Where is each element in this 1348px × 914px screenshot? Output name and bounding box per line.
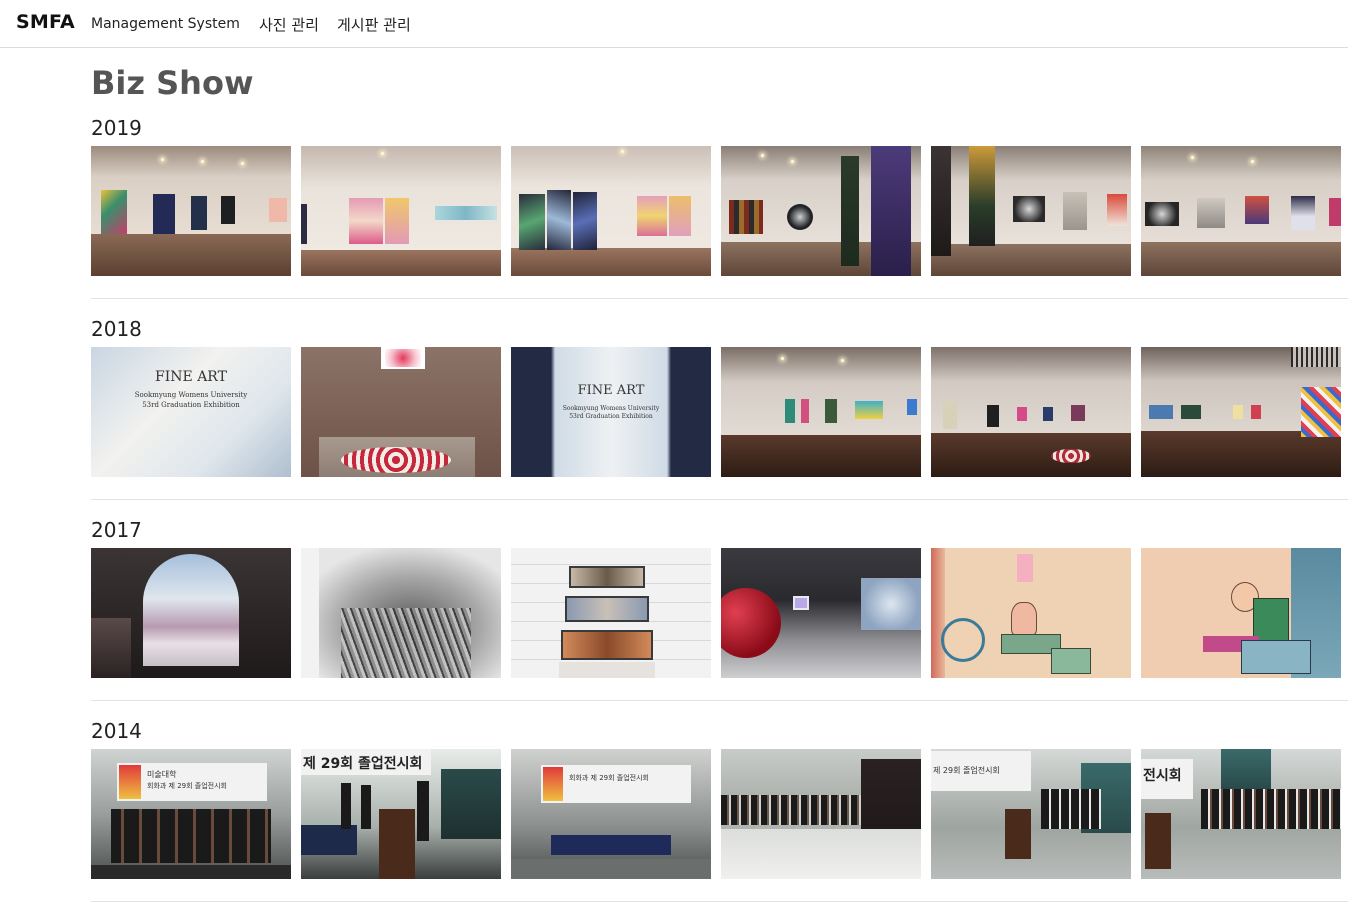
gallery-photo[interactable]: 제 29회 졸업전시회: [931, 749, 1131, 879]
section-divider: [91, 298, 1348, 299]
banner-text: 회화과 제 29회 졸업전시회: [569, 774, 649, 782]
banner-text: 미술대학: [147, 770, 177, 779]
poster-line: Sookmyung Womens University: [134, 391, 248, 399]
gallery-photo[interactable]: [511, 548, 711, 678]
section-year: 2014: [91, 719, 142, 743]
poster-line: 53rd Graduation Exhibition: [569, 413, 653, 420]
gallery-photo[interactable]: [91, 146, 291, 276]
gallery-photo[interactable]: [511, 146, 711, 276]
section-divider: [91, 499, 1348, 500]
gallery-photo[interactable]: [931, 347, 1131, 477]
poster-title: FINE ART: [577, 383, 645, 398]
banner-text: 전시회: [1143, 768, 1182, 784]
poster-title: FINE ART: [155, 369, 227, 385]
photo-row: [91, 548, 1341, 678]
section-year: 2017: [91, 518, 142, 542]
photo-row: FINE ART Sookmyung Womens University 53r…: [91, 347, 1341, 477]
section-divider: [91, 901, 1348, 902]
brand-logo[interactable]: SMFA: [16, 11, 75, 33]
gallery-photo[interactable]: FINE ART Sookmyung Womens University 53r…: [91, 347, 291, 477]
gallery-photo[interactable]: [931, 548, 1131, 678]
gallery-photo[interactable]: [721, 347, 921, 477]
poster-line: Sookmyung Womens University: [562, 405, 660, 412]
photo-row: 미술대학 회화과 제 29회 졸업전시회 제 29회 졸업전시회 회화과 제 2…: [91, 749, 1341, 879]
poster-line: 53rd Graduation Exhibition: [142, 401, 240, 409]
banner-text: 회화과 제 29회 졸업전시회: [147, 782, 227, 790]
photo-row: [91, 146, 1341, 276]
gallery-photo[interactable]: 미술대학 회화과 제 29회 졸업전시회: [91, 749, 291, 879]
app-subtitle: Management System: [91, 16, 240, 32]
gallery-photo[interactable]: FINE ART Sookmyung Womens University 53r…: [511, 347, 711, 477]
top-navbar: SMFA Management System 사진 관리 게시판 관리: [0, 0, 1348, 48]
gallery-photo[interactable]: [721, 548, 921, 678]
gallery-photo[interactable]: [1141, 347, 1341, 477]
section-year: 2019: [91, 116, 142, 140]
gallery-photo[interactable]: [1141, 146, 1341, 276]
gallery-photo[interactable]: [301, 146, 501, 276]
gallery-photo[interactable]: [931, 146, 1131, 276]
section-year: 2018: [91, 317, 142, 341]
banner-text: 제 29회 졸업전시회: [933, 766, 1000, 775]
gallery-photo[interactable]: [301, 347, 501, 477]
gallery-photo[interactable]: [721, 146, 921, 276]
gallery-photo[interactable]: 전시회: [1141, 749, 1341, 879]
gallery-photo[interactable]: [301, 548, 501, 678]
gallery-photo[interactable]: 회화과 제 29회 졸업전시회: [511, 749, 711, 879]
nav-photo-management[interactable]: 사진 관리: [259, 14, 319, 35]
section-divider: [91, 700, 1348, 701]
gallery-photo[interactable]: [721, 749, 921, 879]
page-title: Biz Show: [91, 64, 254, 102]
banner-text: 제 29회 졸업전시회: [303, 756, 423, 772]
gallery-photo[interactable]: [1141, 548, 1341, 678]
gallery-photo[interactable]: 제 29회 졸업전시회: [301, 749, 501, 879]
gallery-photo[interactable]: [91, 548, 291, 678]
nav-board-management[interactable]: 게시판 관리: [337, 14, 411, 35]
